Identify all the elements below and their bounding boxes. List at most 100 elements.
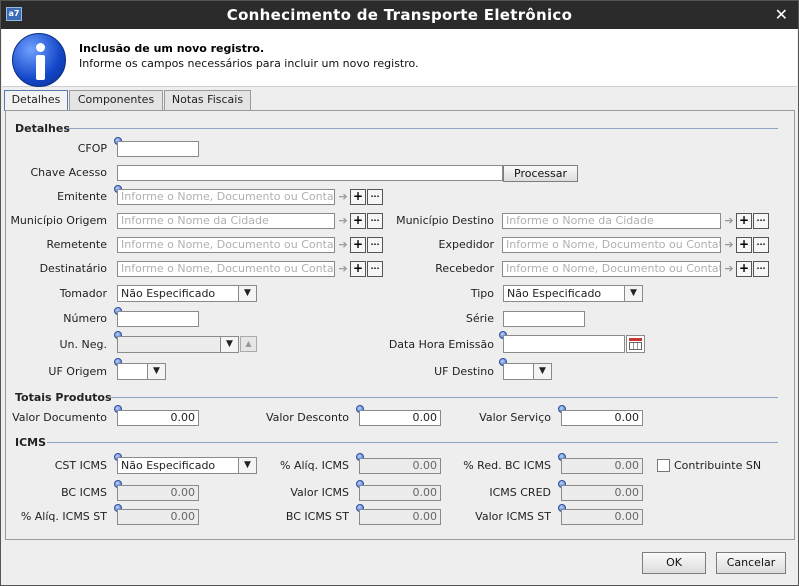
expedidor-input[interactable]: Informe o Nome, Documento ou Contato: [502, 237, 721, 253]
more-recebedor-button[interactable]: ···: [753, 261, 769, 277]
data-hora-emissao-input[interactable]: [503, 335, 625, 353]
uf-destino-select[interactable]: ▼: [503, 363, 552, 380]
section-totais-title: Totais Produtos: [15, 391, 112, 404]
aliq-icms-st-input[interactable]: 0.00: [117, 509, 199, 525]
info-header: Inclusão de um novo registro. Informe os…: [2, 29, 797, 87]
valor-icms-st-input[interactable]: 0.00: [561, 509, 643, 525]
remetente-label: Remetente: [46, 238, 107, 251]
emitente-label: Emitente: [57, 190, 107, 203]
section-detalhes-title: Detalhes: [15, 122, 70, 135]
emitente-input[interactable]: Informe o Nome, Documento ou Contato: [117, 189, 335, 205]
data-hora-emissao-label: Data Hora Emissão: [388, 338, 494, 351]
remetente-input[interactable]: Informe o Nome, Documento ou Contato: [117, 237, 335, 253]
go-arrow-icon[interactable]: ➔: [722, 213, 736, 229]
aliq-icms-input[interactable]: 0.00: [359, 458, 441, 474]
serie-input[interactable]: [503, 311, 585, 327]
municipio-destino-input[interactable]: Informe o Nome da Cidade: [502, 213, 721, 229]
chevron-down-icon[interactable]: ▼: [238, 286, 256, 301]
section-divider: [109, 397, 778, 398]
valor-icms-input[interactable]: 0.00: [359, 485, 441, 501]
chevron-down-icon[interactable]: ▼: [147, 364, 165, 379]
calendar-icon[interactable]: [626, 335, 645, 353]
tipo-label: Tipo: [470, 287, 494, 300]
add-municipio-destino-button[interactable]: +: [736, 213, 752, 229]
valor-servico-input[interactable]: 0.00: [561, 410, 643, 426]
cfop-input[interactable]: [117, 141, 199, 157]
recebedor-input[interactable]: Informe o Nome, Documento ou Contato: [502, 261, 721, 277]
chevron-down-icon[interactable]: ▼: [624, 286, 642, 301]
cst-icms-select[interactable]: Não Especificado ▼: [117, 457, 257, 474]
uf-origem-label: UF Origem: [48, 365, 107, 378]
go-arrow-icon[interactable]: ➔: [336, 213, 350, 229]
red-bc-icms-input[interactable]: 0.00: [561, 458, 643, 474]
chave-acesso-label: Chave Acesso: [30, 166, 107, 179]
tomador-label: Tomador: [59, 287, 107, 300]
header-title: Inclusão de um novo registro.: [79, 42, 265, 55]
uf-destino-label: UF Destino: [434, 365, 494, 378]
cst-icms-value: Não Especificado: [121, 459, 216, 472]
numero-input[interactable]: [117, 311, 199, 327]
icms-cred-label: ICMS CRED: [489, 486, 551, 499]
add-municipio-origem-button[interactable]: +: [350, 213, 366, 229]
go-arrow-icon[interactable]: ➔: [722, 261, 736, 277]
more-emitente-button[interactable]: ···: [367, 189, 383, 205]
go-arrow-icon[interactable]: ➔: [722, 237, 736, 253]
add-emitente-button[interactable]: +: [350, 189, 366, 205]
header-subtitle: Informe os campos necessários para inclu…: [79, 57, 419, 70]
destinatario-input[interactable]: Informe o Nome, Documento ou Contato: [117, 261, 335, 277]
un-neg-select[interactable]: ▼: [117, 336, 239, 353]
chevron-down-icon[interactable]: ▼: [533, 364, 551, 379]
recebedor-label: Recebedor: [435, 262, 494, 275]
add-remetente-button[interactable]: +: [350, 237, 366, 253]
aliq-icms-st-label: % Alíq. ICMS ST: [20, 510, 107, 523]
tab-componentes[interactable]: Componentes: [69, 90, 163, 110]
valor-desconto-input[interactable]: 0.00: [359, 410, 441, 426]
go-arrow-icon[interactable]: ➔: [336, 261, 350, 277]
add-destinatario-button[interactable]: +: [350, 261, 366, 277]
add-recebedor-button[interactable]: +: [736, 261, 752, 277]
go-arrow-icon[interactable]: ➔: [336, 189, 350, 205]
processar-button[interactable]: Processar: [503, 165, 578, 182]
close-icon[interactable]: ✕: [775, 5, 788, 24]
caret-up-icon: ▲: [240, 336, 257, 352]
section-divider: [47, 442, 778, 443]
section-divider: [67, 128, 778, 129]
destinatario-label: Destinatário: [39, 262, 107, 275]
municipio-destino-label: Município Destino: [396, 214, 494, 227]
window-title: Conhecimento de Transporte Eletrônico: [226, 6, 573, 24]
cst-icms-label: CST ICMS: [54, 459, 107, 472]
add-expedidor-button[interactable]: +: [736, 237, 752, 253]
valor-documento-label: Valor Documento: [12, 411, 107, 424]
municipio-origem-input[interactable]: Informe o Nome da Cidade: [117, 213, 335, 229]
section-icms-title: ICMS: [15, 436, 47, 449]
go-arrow-icon[interactable]: ➔: [336, 237, 350, 253]
bc-icms-st-label: BC ICMS ST: [285, 510, 349, 523]
uf-origem-select[interactable]: ▼: [117, 363, 166, 380]
bc-icms-label: BC ICMS: [61, 486, 107, 499]
tipo-value: Não Especificado: [507, 287, 602, 300]
bc-icms-input[interactable]: 0.00: [117, 485, 199, 501]
bc-icms-st-input[interactable]: 0.00: [359, 509, 441, 525]
tomador-select[interactable]: Não Especificado ▼: [117, 285, 257, 302]
municipio-origem-label: Município Origem: [10, 214, 107, 227]
tab-notas-fiscais[interactable]: Notas Fiscais: [164, 90, 251, 110]
more-expedidor-button[interactable]: ···: [753, 237, 769, 253]
chave-acesso-input[interactable]: [117, 165, 503, 181]
more-municipio-destino-button[interactable]: ···: [753, 213, 769, 229]
chevron-down-icon[interactable]: ▼: [220, 337, 238, 352]
serie-label: Série: [465, 312, 494, 325]
cancel-button[interactable]: Cancelar: [716, 552, 786, 574]
contribuinte-sn-label: Contribuinte SN: [674, 459, 762, 472]
tab-detalhes[interactable]: Detalhes: [4, 90, 68, 111]
valor-desconto-label: Valor Desconto: [266, 411, 349, 424]
contribuinte-sn-checkbox[interactable]: [657, 459, 670, 472]
cfop-label: CFOP: [77, 142, 107, 155]
tomador-value: Não Especificado: [121, 287, 216, 300]
expedidor-label: Expedidor: [438, 238, 494, 251]
aliq-icms-label: % Alíq. ICMS: [280, 459, 349, 472]
tipo-select[interactable]: Não Especificado ▼: [503, 285, 643, 302]
valor-documento-input[interactable]: 0.00: [117, 410, 199, 426]
ok-button[interactable]: OK: [642, 552, 706, 574]
title-bar: a7 Conhecimento de Transporte Eletrônico…: [1, 1, 798, 29]
icms-cred-input[interactable]: 0.00: [561, 485, 643, 501]
